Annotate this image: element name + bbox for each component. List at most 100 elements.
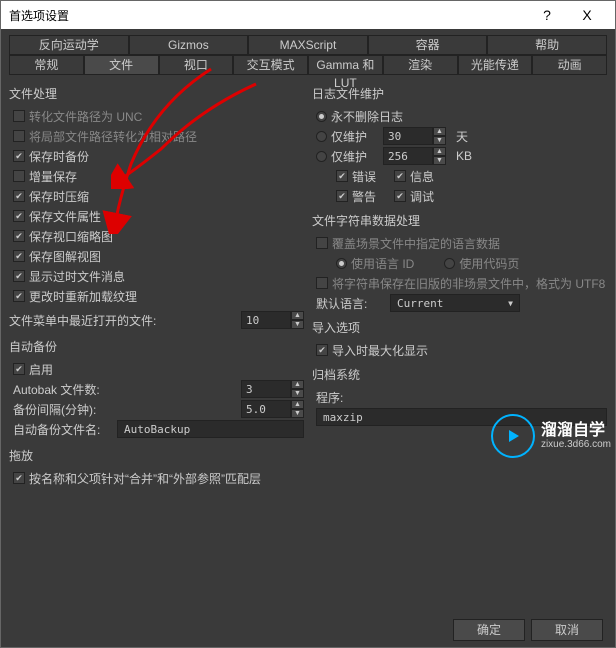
left-column: 文件处理 转化文件路径为 UNC 将局部文件路径转化为相对路径 保存时备份 增量… (9, 81, 304, 439)
cb-convert-unc[interactable] (13, 110, 25, 122)
cb-maximize[interactable] (316, 344, 328, 356)
input-bak-count[interactable] (241, 380, 291, 398)
lbl-days-unit: 天 (456, 128, 468, 145)
radio-days[interactable] (316, 131, 327, 142)
lbl-utf8: 将字符串保存在旧版的非场景文件中，格式为 UTF8 (332, 275, 605, 292)
cb-backup-save[interactable] (13, 150, 25, 162)
spinner-recent[interactable]: ▲▼ (241, 311, 304, 329)
spinner-bak-count[interactable]: ▲▼ (241, 380, 304, 398)
import-title: 导入选项 (312, 319, 607, 336)
auto-backup-title: 自动备份 (9, 338, 304, 355)
input-recent[interactable] (241, 311, 291, 329)
lbl-lang-id: 使用语言 ID (351, 255, 414, 272)
tab-gizmos[interactable]: Gizmos (129, 35, 249, 55)
cb-debug[interactable] (394, 190, 406, 202)
lbl-enable-backup: 启用 (29, 361, 53, 378)
spinner-kb[interactable]: ▲▼ (383, 147, 446, 165)
tab-help[interactable]: 帮助 (487, 35, 607, 55)
tab-viewport[interactable]: 视口 (159, 55, 234, 75)
lbl-never: 永不删除日志 (331, 108, 403, 125)
cancel-button[interactable]: 取消 (531, 619, 603, 641)
cb-show-obsolete[interactable] (13, 270, 25, 282)
tab-row-1: 反向运动学 Gizmos MAXScript 容器 帮助 (9, 35, 607, 55)
cb-error[interactable] (336, 170, 348, 182)
tab-interaction[interactable]: 交互模式 (233, 55, 308, 75)
cb-save-thumb[interactable] (13, 230, 25, 242)
lbl-reload-tex: 更改时重新加载纹理 (29, 288, 137, 305)
log-maint-title: 日志文件维护 (312, 85, 607, 102)
dropdown-lang[interactable]: Current ▼ (390, 294, 520, 312)
cb-compress-save[interactable] (13, 190, 25, 202)
lbl-warn: 警告 (352, 188, 376, 205)
lbl-bak-interval: 备份间隔(分钟): (13, 401, 237, 418)
cb-incremental[interactable] (13, 170, 25, 182)
tab-animation[interactable]: 动画 (532, 55, 607, 75)
cb-reload-tex[interactable] (13, 290, 25, 302)
titlebar: 首选项设置 ? X (1, 1, 615, 29)
watermark-url: zixue.3d66.com (541, 439, 611, 450)
play-icon (491, 414, 535, 458)
lbl-show-obsolete: 显示过时文件消息 (29, 268, 125, 285)
lbl-convert-rel: 将局部文件路径转化为相对路径 (29, 128, 197, 145)
lbl-compress-save: 保存时压缩 (29, 188, 89, 205)
lbl-convert-unc: 转化文件路径为 UNC (29, 108, 142, 125)
lbl-days: 仅维护 (331, 128, 367, 145)
spinner-days[interactable]: ▲▼ (383, 127, 446, 145)
tab-container[interactable]: 容器 (368, 35, 488, 55)
lbl-save-props: 保存文件属性 (29, 208, 101, 225)
file-handling-title: 文件处理 (9, 85, 304, 102)
tab-general[interactable]: 常规 (9, 55, 84, 75)
preferences-window: 首选项设置 ? X 反向运动学 Gizmos MAXScript 容器 帮助 常… (0, 0, 616, 648)
radio-codepage[interactable] (444, 258, 455, 269)
lbl-match: 按名称和父项针对“合并”和“外部参照”匹配层 (29, 470, 261, 487)
cb-convert-rel[interactable] (13, 130, 25, 142)
lbl-kb-unit: KB (456, 149, 472, 163)
ok-button[interactable]: 确定 (453, 619, 525, 641)
cb-override[interactable] (316, 237, 328, 249)
tab-file[interactable]: 文件 (84, 55, 159, 75)
tab-radiosity[interactable]: 光能传递 (458, 55, 533, 75)
cb-save-props[interactable] (13, 210, 25, 222)
lbl-program: 程序: (316, 389, 343, 406)
tab-row-2: 常规 文件 视口 交互模式 Gamma 和 LUT 渲染 光能传递 动画 (9, 55, 607, 75)
radio-kb[interactable] (316, 151, 327, 162)
input-bak-interval[interactable] (241, 400, 291, 418)
cb-info[interactable] (394, 170, 406, 182)
lbl-kb: 仅维护 (331, 148, 367, 165)
lbl-backup-save: 保存时备份 (29, 148, 89, 165)
lbl-bak-count: Autobak 文件数: (13, 381, 237, 398)
lbl-debug: 调试 (410, 188, 434, 205)
cb-warn[interactable] (336, 190, 348, 202)
lbl-maximize: 导入时最大化显示 (332, 342, 428, 359)
help-button[interactable]: ? (527, 7, 567, 23)
tab-gamma[interactable]: Gamma 和 LUT (308, 55, 383, 75)
lbl-save-thumb: 保存视口缩略图 (29, 228, 113, 245)
window-title: 首选项设置 (9, 7, 527, 24)
close-button[interactable]: X (567, 7, 607, 23)
right-column: 日志文件维护 永不删除日志 仅维护 ▲▼ 天 仅维护 ▲▼ KB (312, 81, 607, 439)
spinner-bak-interval[interactable]: ▲▼ (241, 400, 304, 418)
radio-lang-id[interactable] (336, 258, 347, 269)
chevron-down-icon: ▼ (508, 299, 513, 308)
lbl-incremental: 增量保存 (29, 168, 77, 185)
cb-utf8[interactable] (316, 277, 328, 289)
lbl-recent: 文件菜单中最近打开的文件: (9, 312, 237, 329)
lbl-override: 覆盖场景文件中指定的语言数据 (332, 235, 500, 252)
input-kb (383, 147, 433, 165)
cb-enable-backup[interactable] (13, 363, 25, 375)
string-handling-title: 文件字符串数据处理 (312, 212, 607, 229)
archive-title: 归档系统 (312, 366, 607, 383)
lbl-info: 信息 (410, 168, 434, 185)
cb-save-schematic[interactable] (13, 250, 25, 262)
tab-render[interactable]: 渲染 (383, 55, 458, 75)
input-bak-name[interactable] (117, 420, 304, 438)
radio-never[interactable] (316, 111, 327, 122)
tab-maxscript[interactable]: MAXScript (248, 35, 368, 55)
cb-match[interactable] (13, 472, 25, 484)
watermark-brand: 溜溜自学 (541, 422, 611, 440)
lbl-save-schematic: 保存图解视图 (29, 248, 101, 265)
tab-ik[interactable]: 反向运动学 (9, 35, 129, 55)
dropdown-lang-value: Current (397, 297, 443, 310)
lbl-error: 错误 (352, 168, 376, 185)
lbl-bak-name: 自动备份文件名: (13, 421, 113, 438)
